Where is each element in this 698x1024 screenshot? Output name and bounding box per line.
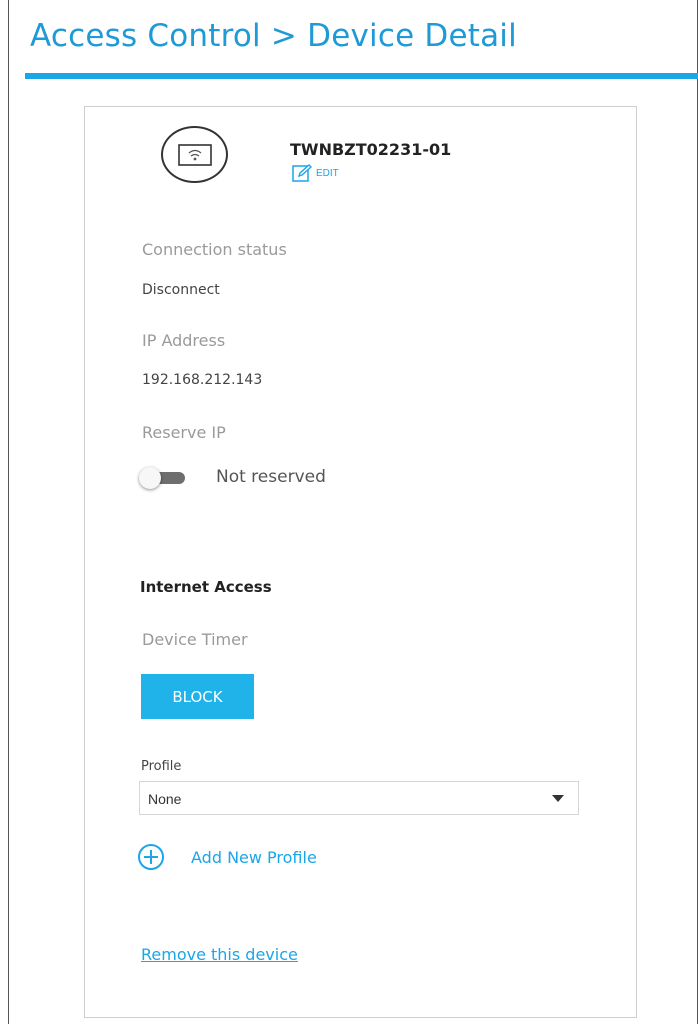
connection-status-label: Connection status bbox=[142, 240, 287, 259]
add-circle-icon bbox=[138, 844, 164, 870]
edit-icon bbox=[292, 164, 312, 182]
ip-address-value: 192.168.212.143 bbox=[142, 372, 263, 388]
title-underline bbox=[25, 73, 698, 79]
profile-label: Profile bbox=[141, 759, 182, 774]
ip-address-label: IP Address bbox=[142, 331, 226, 350]
wifi-device-icon bbox=[161, 126, 228, 183]
remove-device-link[interactable]: Remove this device bbox=[141, 945, 298, 964]
add-new-profile-label: Add New Profile bbox=[191, 847, 317, 867]
edit-device-button[interactable]: EDIT bbox=[292, 164, 339, 182]
reserve-ip-label: Reserve IP bbox=[142, 423, 226, 442]
profile-select[interactable]: None bbox=[139, 781, 579, 815]
device-name: TWNBZT02231-01 bbox=[290, 140, 452, 159]
block-button[interactable]: BLOCK bbox=[141, 674, 254, 719]
profile-selected-value: None bbox=[148, 791, 182, 807]
chevron-down-icon bbox=[552, 795, 564, 802]
edit-label: EDIT bbox=[316, 167, 339, 179]
connection-status-value: Disconnect bbox=[142, 282, 220, 298]
page-title: Access Control > Device Detail bbox=[30, 18, 517, 54]
toggle-knob bbox=[139, 467, 161, 489]
reserve-ip-toggle[interactable] bbox=[139, 467, 185, 489]
internet-access-heading: Internet Access bbox=[140, 578, 272, 596]
reserve-ip-state: Not reserved bbox=[216, 467, 326, 487]
add-new-profile-button[interactable]: Add New Profile bbox=[137, 843, 317, 871]
device-timer-label: Device Timer bbox=[142, 630, 248, 649]
